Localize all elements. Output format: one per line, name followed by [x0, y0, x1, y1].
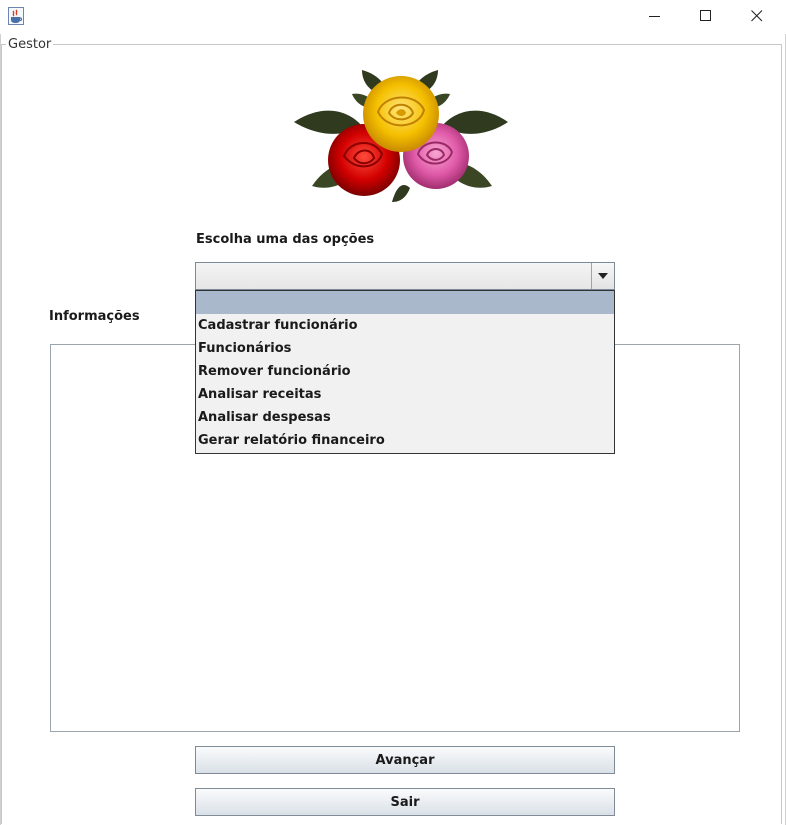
- exit-button[interactable]: Sair: [195, 788, 615, 816]
- close-button[interactable]: [734, 0, 780, 32]
- minimize-button[interactable]: [632, 0, 678, 32]
- roses-bouquet-icon: [294, 70, 508, 202]
- close-icon: [751, 10, 763, 22]
- dropdown-item-analisar-despesas[interactable]: Analisar despesas: [196, 406, 614, 429]
- info-label: Informações: [49, 309, 140, 324]
- combo-arrow-button[interactable]: [591, 263, 614, 289]
- options-combobox[interactable]: [195, 262, 615, 290]
- choose-option-label: Escolha uma das opções: [196, 232, 375, 247]
- java-cup-icon: [8, 7, 24, 25]
- dropdown-item-cadastrar-funcionario[interactable]: Cadastrar funcionário: [196, 314, 614, 337]
- options-dropdown-list[interactable]: Cadastrar funcionário Funcionários Remov…: [195, 290, 615, 454]
- next-button[interactable]: Avançar: [195, 746, 615, 774]
- dropdown-item-analisar-receitas[interactable]: Analisar receitas: [196, 383, 614, 406]
- dropdown-item-gerar-relatorio[interactable]: Gerar relatório financeiro: [196, 429, 614, 452]
- title-bar: [0, 0, 786, 34]
- dropdown-item-blank[interactable]: [196, 291, 614, 314]
- dropdown-item-remover-funcionario[interactable]: Remover funcionário: [196, 360, 614, 383]
- maximize-icon: [700, 10, 711, 21]
- minimize-icon: [649, 16, 660, 17]
- maximize-button[interactable]: [683, 0, 729, 32]
- dropdown-item-funcionarios[interactable]: Funcionários: [196, 337, 614, 360]
- chevron-down-icon: [598, 273, 608, 279]
- group-title: Gestor: [6, 37, 54, 52]
